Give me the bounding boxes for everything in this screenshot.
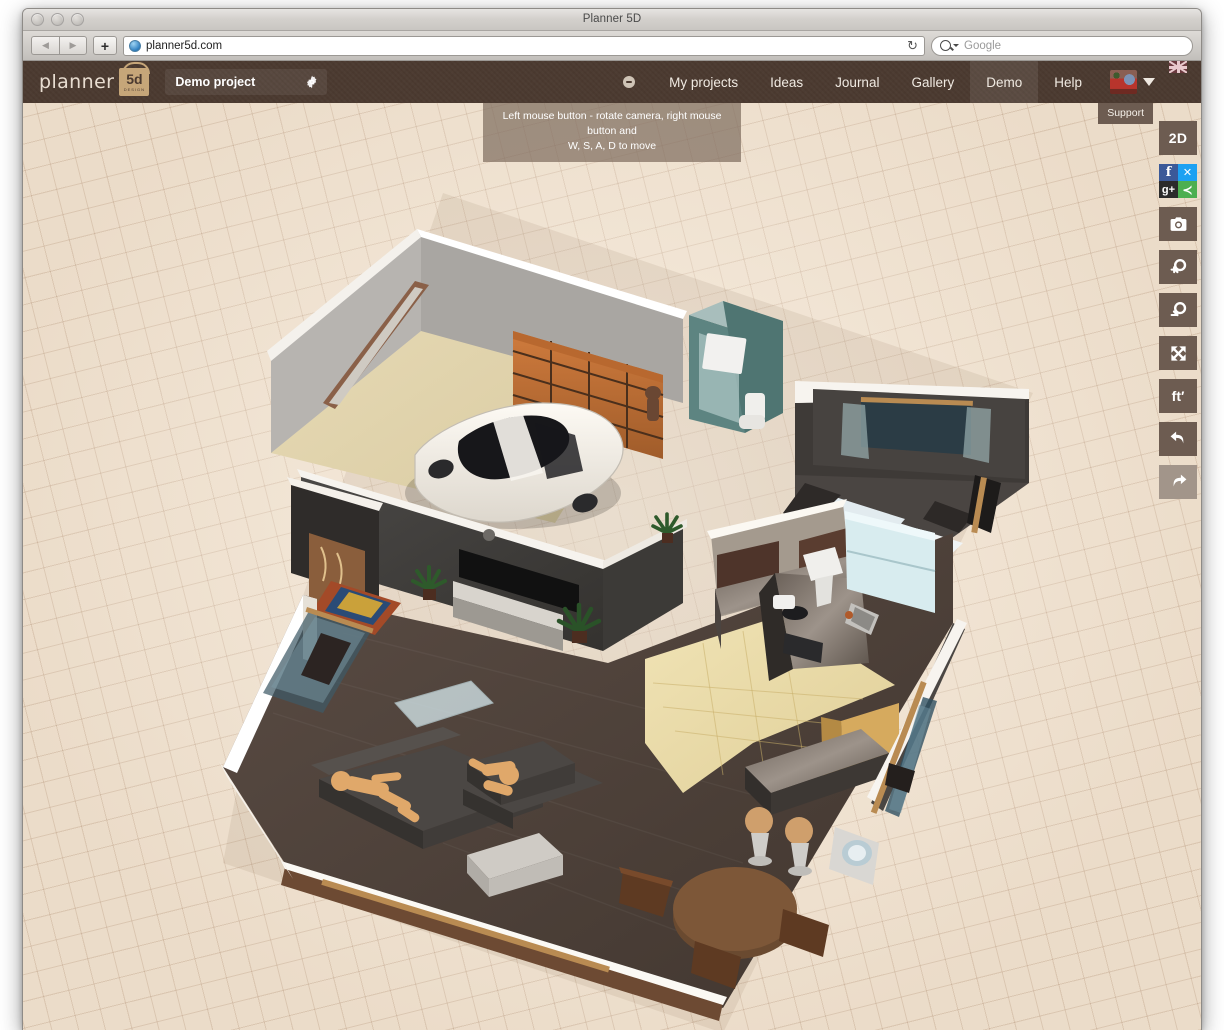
search-icon	[940, 40, 951, 51]
web-app: planner 5d DESIGN Demo project My projec…	[23, 61, 1201, 1030]
expand-arrows-icon	[1169, 344, 1188, 363]
main-nav: My projects Ideas Journal Gallery Demo H…	[605, 61, 1201, 103]
support-tab[interactable]: Support	[1098, 103, 1153, 124]
language-flag-icon[interactable]	[1169, 61, 1187, 73]
reload-icon[interactable]: ↻	[907, 39, 918, 54]
twitter-icon[interactable]: ✕	[1178, 164, 1197, 181]
redo-arrow-icon	[1169, 473, 1188, 492]
design-viewport[interactable]: Left mouse button - rotate camera, right…	[23, 103, 1201, 1030]
logo-house-icon: 5d DESIGN	[119, 68, 149, 96]
chevron-down-icon[interactable]	[1143, 78, 1155, 86]
gear-icon[interactable]	[305, 75, 319, 89]
nav-item-demo[interactable]: Demo	[970, 61, 1038, 103]
camera-icon	[1169, 215, 1188, 234]
new-tab-button[interactable]: +	[93, 36, 117, 55]
share-icon[interactable]: ≺	[1178, 181, 1197, 198]
logo-badge-text: 5d	[126, 72, 142, 86]
zoom-out-icon	[1169, 301, 1188, 320]
undo-button[interactable]	[1159, 422, 1197, 456]
units-button[interactable]: ft′	[1159, 379, 1197, 413]
os-window: Planner 5D ◀ ▶ + planner5d.com ↻ Google …	[22, 8, 1202, 1030]
nav-item-gallery[interactable]: Gallery	[895, 61, 970, 103]
zoom-in-button[interactable]	[1159, 250, 1197, 284]
zoom-out-button[interactable]	[1159, 293, 1197, 327]
window-titlebar[interactable]: Planner 5D	[23, 9, 1201, 31]
nav-item-journal[interactable]: Journal	[819, 61, 895, 103]
window-title: Planner 5D	[23, 13, 1201, 25]
view-2d-button[interactable]: 2D	[1159, 121, 1197, 155]
search-placeholder: Google	[964, 40, 1001, 52]
hint-line-2: W, S, A, D to move	[491, 139, 733, 154]
zoom-in-icon	[1169, 258, 1188, 277]
browser-toolbar: ◀ ▶ + planner5d.com ↻ Google	[23, 31, 1201, 61]
hint-line-1: Left mouse button - rotate camera, right…	[491, 109, 733, 139]
search-dropdown-caret-icon[interactable]	[953, 44, 959, 47]
social-share-group[interactable]: f ✕ g+ ≺	[1159, 164, 1197, 198]
logo-badge-sub: DESIGN	[124, 87, 145, 92]
logo-wordmark: planner	[39, 71, 114, 93]
redo-button[interactable]	[1159, 465, 1197, 499]
forward-button[interactable]: ▶	[59, 36, 87, 55]
project-name-field[interactable]: Demo project	[165, 69, 327, 95]
site-favicon-icon	[129, 40, 141, 52]
search-bar[interactable]: Google	[931, 36, 1193, 56]
nav-menu-toggle[interactable]	[605, 61, 653, 103]
fullscreen-button[interactable]	[1159, 336, 1197, 370]
address-bar-url: planner5d.com	[146, 40, 222, 52]
camera-controls-hint: Left mouse button - rotate camera, right…	[483, 103, 741, 162]
screenshot-button[interactable]	[1159, 207, 1197, 241]
google-plus-icon[interactable]: g+	[1159, 181, 1178, 198]
user-menu[interactable]	[1098, 61, 1159, 103]
app-logo[interactable]: planner 5d DESIGN	[23, 61, 159, 103]
menu-dot-icon	[623, 76, 635, 88]
floorplan-3d-model[interactable]	[23, 103, 1201, 1030]
back-button[interactable]: ◀	[31, 36, 59, 55]
right-toolbar: 2D f ✕ g+ ≺	[1159, 121, 1197, 499]
facebook-icon[interactable]: f	[1159, 164, 1178, 181]
avatar[interactable]	[1110, 70, 1137, 94]
address-bar[interactable]: planner5d.com ↻	[123, 36, 925, 56]
nav-item-help[interactable]: Help	[1038, 61, 1098, 103]
nav-item-my-projects[interactable]: My projects	[653, 61, 754, 103]
undo-arrow-icon	[1169, 430, 1188, 449]
project-name-label: Demo project	[175, 75, 255, 89]
nav-button-group: ◀ ▶	[31, 36, 87, 55]
nav-item-ideas[interactable]: Ideas	[754, 61, 819, 103]
app-header: planner 5d DESIGN Demo project My projec…	[23, 61, 1201, 103]
